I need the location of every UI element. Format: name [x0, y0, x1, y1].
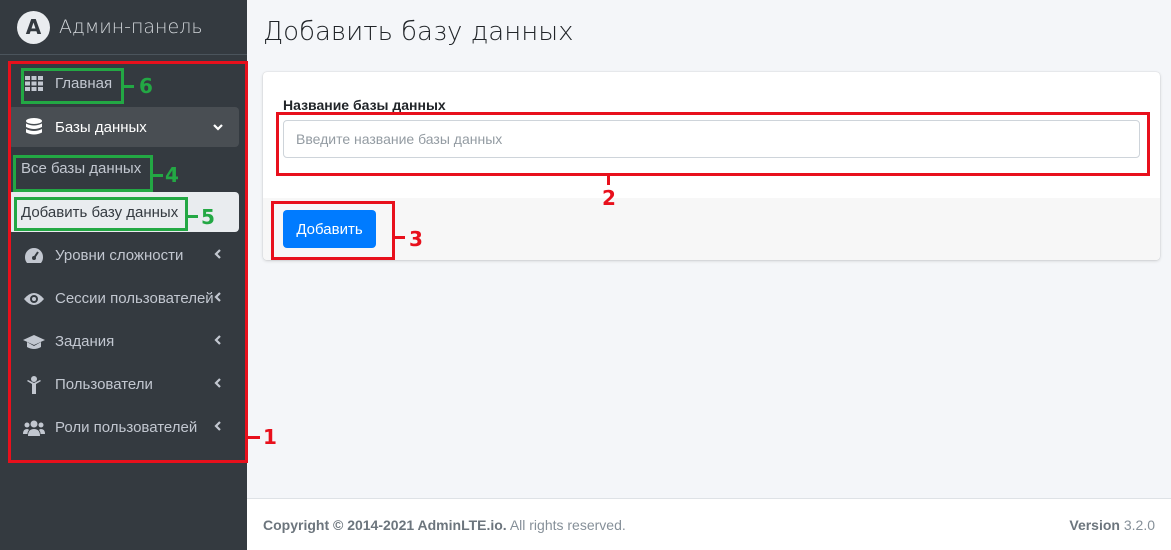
card-body: Название базы данных Введите название ба…: [263, 72, 1160, 198]
annotation-number-1: 1: [263, 425, 277, 449]
chevron-left-icon: [212, 247, 224, 263]
sidebar-item-label: Пользователи: [55, 376, 153, 393]
grid-icon: [23, 75, 45, 93]
sidebar-subitem-all-databases[interactable]: Все базы данных: [8, 147, 239, 190]
annotation-number-6: 6: [139, 74, 153, 98]
annotation-connector-6: [124, 85, 134, 88]
database-name-label: Название базы данных: [283, 97, 446, 113]
page-title: Добавить базу данных: [263, 17, 574, 47]
copyright: Copyright © 2014-2021 AdminLTE.io. All r…: [263, 517, 626, 533]
brand-link[interactable]: A Админ-панель: [0, 0, 247, 55]
version: Version 3.2.0: [1069, 517, 1155, 533]
copyright-rest: All rights reserved.: [506, 516, 626, 533]
version-value: 3.2.0: [1119, 516, 1155, 533]
annotation-number-2: 2: [602, 186, 616, 210]
copyright-bold: Copyright © 2014-2021 AdminLTE.io.: [263, 516, 507, 533]
add-button[interactable]: Добавить: [283, 210, 376, 248]
sidebar: A Админ-панель Главная Базы данных Все б…: [0, 0, 247, 550]
sidebar-item-home[interactable]: Главная: [8, 62, 239, 105]
sidebar-item-label: Уровни сложности: [55, 247, 184, 264]
sidebar-item-label: Все базы данных: [21, 160, 142, 177]
database-name-input[interactable]: Введите название базы данных: [283, 120, 1140, 158]
sidebar-item-tasks[interactable]: Задания: [8, 320, 239, 363]
annotation-connector-4: [153, 174, 163, 177]
graduation-cap-icon: [23, 333, 45, 351]
chevron-left-icon: [212, 419, 224, 435]
sidebar-item-user-roles[interactable]: Роли пользователей: [8, 406, 239, 449]
annotation-connector-3: [395, 236, 405, 239]
page-footer: Copyright © 2014-2021 AdminLTE.io. All r…: [247, 498, 1171, 550]
eye-icon: [23, 290, 45, 308]
users-icon: [23, 419, 45, 437]
brand-logo: A: [17, 10, 50, 44]
sidebar-item-users[interactable]: Пользователи: [8, 363, 239, 406]
chevron-left-icon: [212, 333, 224, 349]
brand-title: Админ-панель: [59, 16, 203, 38]
sidebar-item-label: Главная: [55, 75, 113, 92]
annotation-connector-5: [188, 215, 198, 218]
annotation-connector-2: [607, 176, 610, 185]
sidebar-item-databases[interactable]: Базы данных: [8, 107, 239, 147]
form-card: Название базы данных Введите название ба…: [263, 72, 1160, 260]
card-footer: Добавить: [263, 198, 1160, 260]
sidebar-item-label: Добавить базу данных: [21, 203, 179, 221]
sidebar-nav: Главная Базы данных Все базы данных Доба…: [8, 62, 239, 449]
annotation-number-4: 4: [165, 163, 179, 187]
sidebar-item-difficulty-levels[interactable]: Уровни сложности: [8, 234, 239, 277]
annotation-number-3: 3: [409, 227, 423, 251]
chevron-down-icon: [212, 120, 224, 136]
chevron-left-icon: [212, 376, 224, 392]
sidebar-item-user-sessions[interactable]: Сессии пользователей: [8, 277, 239, 320]
annotation-connector-1: [248, 436, 260, 439]
version-label: Version: [1069, 516, 1120, 533]
sidebar-item-label: Задания: [55, 333, 115, 350]
child-icon: [23, 375, 45, 394]
annotation-number-5: 5: [201, 205, 215, 229]
database-icon: [23, 118, 45, 136]
sidebar-item-label: Базы данных: [55, 118, 147, 136]
chevron-left-icon: [212, 290, 224, 306]
sidebar-item-label: Роли пользователей: [55, 419, 198, 436]
gauge-icon: [23, 247, 45, 265]
sidebar-item-label: Сессии пользователей: [55, 290, 214, 307]
